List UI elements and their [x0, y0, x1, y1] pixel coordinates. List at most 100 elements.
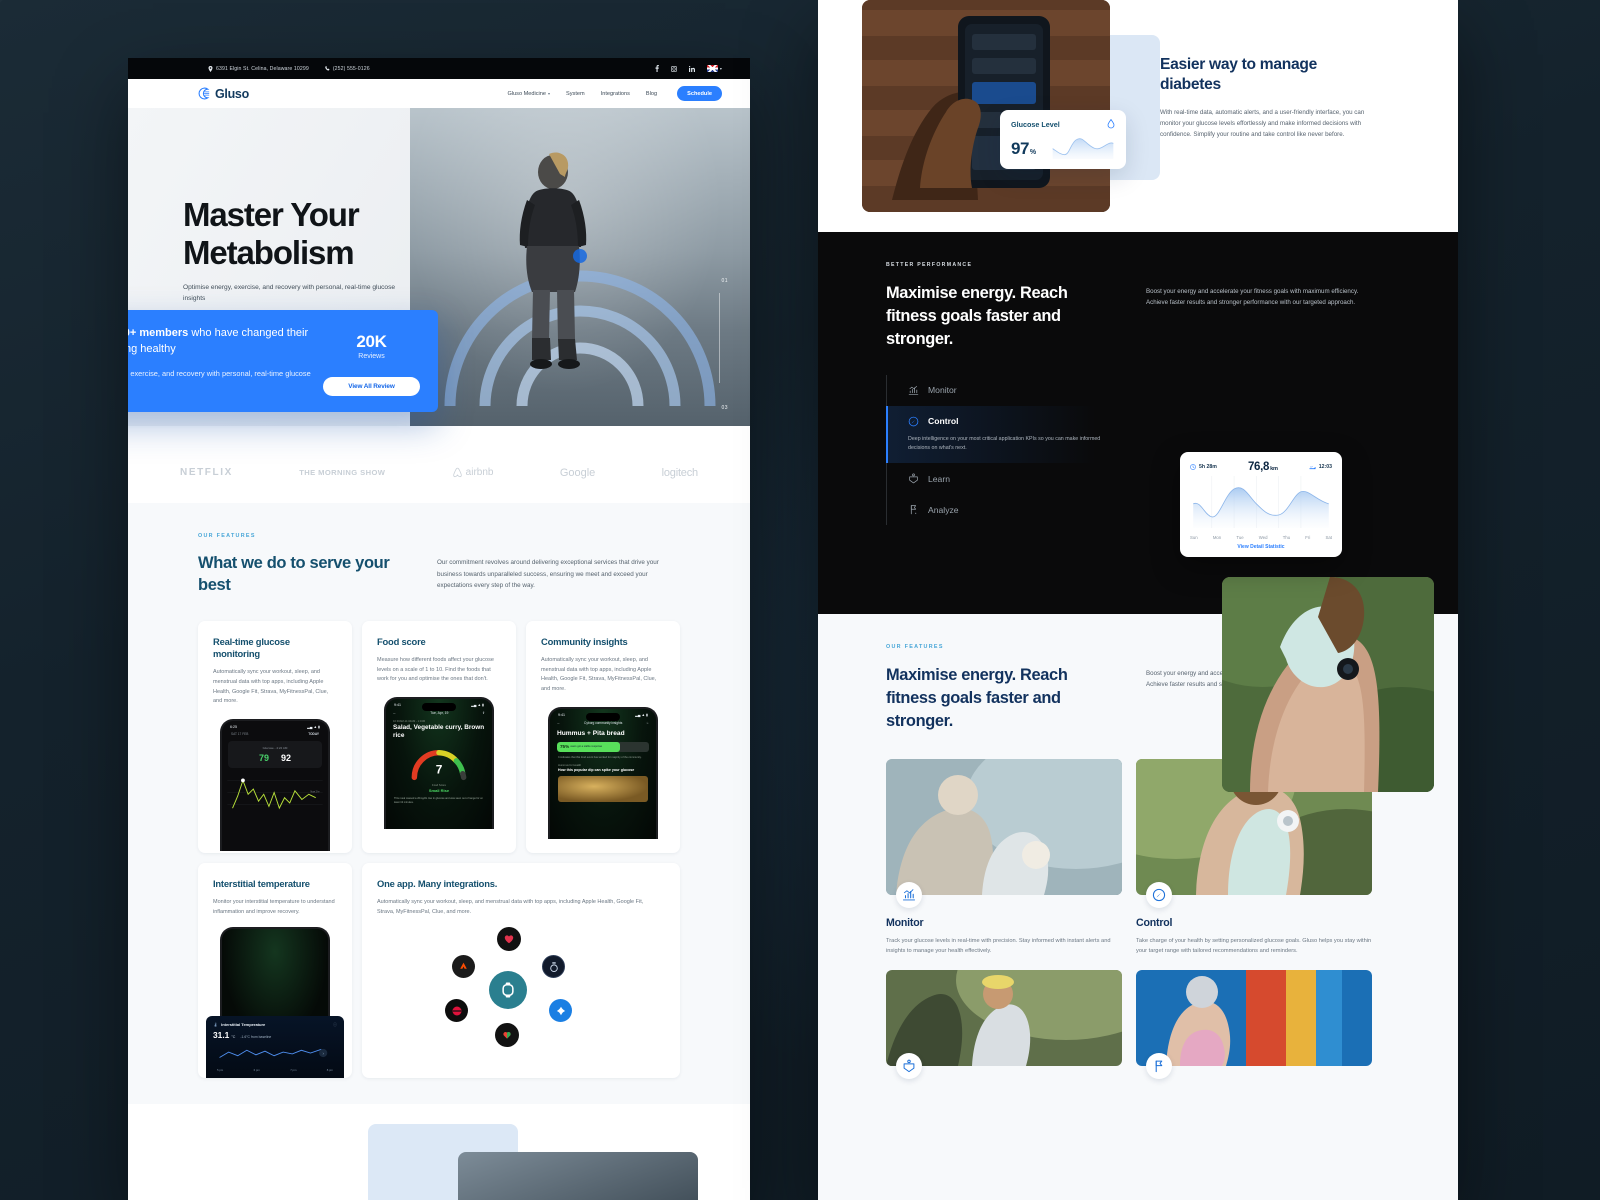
diabetes-title: Easier way to manage diabetes [1160, 56, 1317, 94]
brand-logo-strip: NETFLIX THE MORNING SHOW airbnb Google l… [128, 426, 750, 503]
features2-title: Maximise energy. Reach fitness goals fas… [886, 666, 1068, 730]
feature2-title: Control [1136, 916, 1173, 929]
weekly-distance-area-chart [1193, 476, 1329, 528]
phone-status-icons: ▂▄ ▲ ▮ [471, 703, 484, 708]
view-detail-statistic-link[interactable]: View Detail Statistic [1190, 544, 1332, 550]
brand-logo[interactable]: Gluso [198, 87, 249, 101]
hero-title-line2: Metabolism [183, 233, 355, 271]
monitor-badge-icon [896, 881, 922, 908]
clock-icon [1190, 464, 1196, 470]
google-fit-icon[interactable] [495, 1023, 519, 1048]
feature2-text: Take charge of your health by setting pe… [1136, 937, 1372, 955]
temperature-delta: -1.6°C from baseline [240, 1034, 272, 1039]
temperature-axis: 5 pm 6 pm 7 pm 8 pm [217, 1067, 333, 1072]
nav-item-system[interactable]: System [566, 91, 585, 97]
temperature-value: 31.1 [213, 1029, 230, 1040]
feature-card-integrations[interactable]: One app. Many integrations. Automaticall… [362, 862, 680, 1078]
community-note: It indicates that this food event has wo… [558, 755, 642, 759]
language-selector[interactable]: ▾ [706, 65, 722, 72]
view-all-review-button[interactable]: View All Review [323, 377, 420, 396]
community-section-title: How this popular dip can spike your gluc… [558, 767, 635, 772]
share-icon[interactable]: ⇪ [482, 711, 485, 715]
back-arrow-icon[interactable]: ← [557, 721, 560, 725]
step-analyze[interactable]: Analyze [886, 494, 1096, 525]
card-text: Automatically sync your workout, sleep, … [213, 668, 329, 705]
peloton-icon[interactable] [445, 999, 468, 1023]
join-members-card: Join 45,000+ members who have changed th… [128, 310, 438, 412]
card-title: Food score [377, 635, 426, 647]
weekly-statistic-card: 5h 28m 76,8km 12:03 Sun Mon Tue Wed Thu … [1180, 452, 1342, 557]
temperature-widget: 🌡 Interstitial Temperature ⓘ 31.1 °C -1.… [206, 1015, 344, 1078]
time-value: 12:03 [1318, 464, 1332, 470]
community-progress: 75% users got a stable response [557, 741, 649, 752]
feature-card-community[interactable]: Community insights Automatically sync yo… [526, 620, 680, 853]
phone-date-left: SAT 17 FEB [231, 732, 249, 737]
feature-cards-row-2: Interstitial temperature Monitor your in… [198, 862, 680, 1078]
feature2-card-learn[interactable] [886, 970, 1122, 1080]
step-control[interactable]: Control Deep intelligence on your most c… [886, 405, 1100, 464]
nav-links: Gluso Medicine ▾ System Integrations Blog… [507, 86, 722, 101]
feature-cards-row-1: Real-time glucose monitoring Automatical… [198, 620, 680, 853]
card-title: Community insights [541, 635, 628, 647]
duration-chip: 5h 28m [1190, 464, 1217, 470]
oura-icon[interactable] [542, 955, 565, 979]
glucose-level-card: Glucose Level 97 % [1000, 110, 1126, 169]
apple-health-icon[interactable] [497, 927, 521, 952]
facebook-icon[interactable] [655, 65, 659, 72]
join-headline: Join 45,000+ members who have changed th… [128, 327, 309, 355]
learn-badge-icon [896, 1053, 922, 1080]
food-score-footer: This meal caused a 20mg/dL rise in gluco… [394, 797, 483, 805]
feature2-title: Monitor [886, 916, 924, 929]
bar-chart-icon [908, 385, 919, 395]
instagram-icon[interactable] [670, 65, 677, 72]
step-learn[interactable]: Learn [886, 463, 1096, 494]
reviews-label: Reviews [358, 353, 385, 360]
shoe-icon [1309, 466, 1316, 470]
feature2-card-monitor[interactable]: Monitor Track your glucose levels in rea… [886, 758, 1122, 957]
bell-icon[interactable]: ♤ [646, 721, 649, 725]
right-page-mockup: Glucose Level 97 % Easier way to manage … [818, 0, 1458, 1200]
strava-icon[interactable] [452, 955, 475, 979]
phone-icon [325, 66, 330, 71]
stat-card-top: 5h 28m 76,8km 12:03 [1190, 461, 1332, 473]
logo-airbnb: airbnb [452, 467, 493, 478]
logo-logitech: logitech [661, 466, 699, 479]
glucose-value: 79 [258, 753, 269, 764]
book-icon [903, 1060, 915, 1073]
back-arrow-icon[interactable]: ← [393, 711, 396, 715]
garmin-icon[interactable] [549, 999, 572, 1023]
address-text: 6391 Elgin St. Celina, Delaware 10299 [216, 65, 309, 72]
step-monitor[interactable]: Monitor [886, 375, 1096, 406]
nav-item-blog[interactable]: Blog [646, 91, 657, 97]
performance-paragraph: Boost your energy and accelerate your fi… [1146, 288, 1359, 307]
gluso-logo-icon [198, 87, 210, 100]
watch-icon[interactable] [489, 971, 527, 1010]
card-text: Monitor your interstitial temperature to… [213, 898, 335, 915]
left-page-mockup: 6391 Elgin St. Celina, Delaware 10299 (2… [128, 58, 750, 1200]
phone-mockup-glucose: 6:25 ▂▄ ▲ ▮ SAT 17 FEB TODAY Glucose - 4… [220, 719, 330, 852]
duration-value: 5h 28m [1199, 464, 1217, 470]
feature-card-glucose[interactable]: Real-time glucose monitoring Automatical… [198, 620, 352, 853]
speedometer-icon [1152, 888, 1166, 902]
hero-title-line1: Master Your [183, 196, 360, 233]
phone-status-icons: ▂▄ ▲ ▮ [635, 712, 648, 717]
hero-copy: Master Your Metabolism Optimise energy, … [183, 196, 463, 305]
nav-item-medicine[interactable]: Gluso Medicine ▾ [507, 91, 550, 97]
community-food-image [558, 775, 648, 802]
hero-slide-total: 03 [721, 405, 728, 411]
schedule-button[interactable]: Schedule [677, 86, 722, 101]
feature-card-food-score[interactable]: Food score Measure how different foods a… [362, 620, 516, 853]
bottom-partial-section [128, 1103, 750, 1200]
phone-meal: Hummus + Pita bread [557, 729, 625, 737]
analyze-badge-icon [1146, 1053, 1172, 1080]
main-navbar: Gluso Gluso Medicine ▾ System Integration… [128, 79, 750, 108]
feature-card-interstitial[interactable]: Interstitial temperature Monitor your in… [198, 862, 352, 1078]
info-icon[interactable]: ⓘ [333, 1022, 337, 1028]
glucose-unit: % [1029, 149, 1037, 156]
nav-item-integrations[interactable]: Integrations [601, 91, 630, 97]
feature2-card-analyze[interactable] [1136, 970, 1372, 1080]
control-badge-icon [1146, 881, 1172, 908]
linkedin-icon[interactable] [688, 65, 695, 72]
svg-text:Now 2 hr: Now 2 hr [311, 791, 320, 794]
hero-title: Master Your Metabolism [183, 196, 463, 271]
